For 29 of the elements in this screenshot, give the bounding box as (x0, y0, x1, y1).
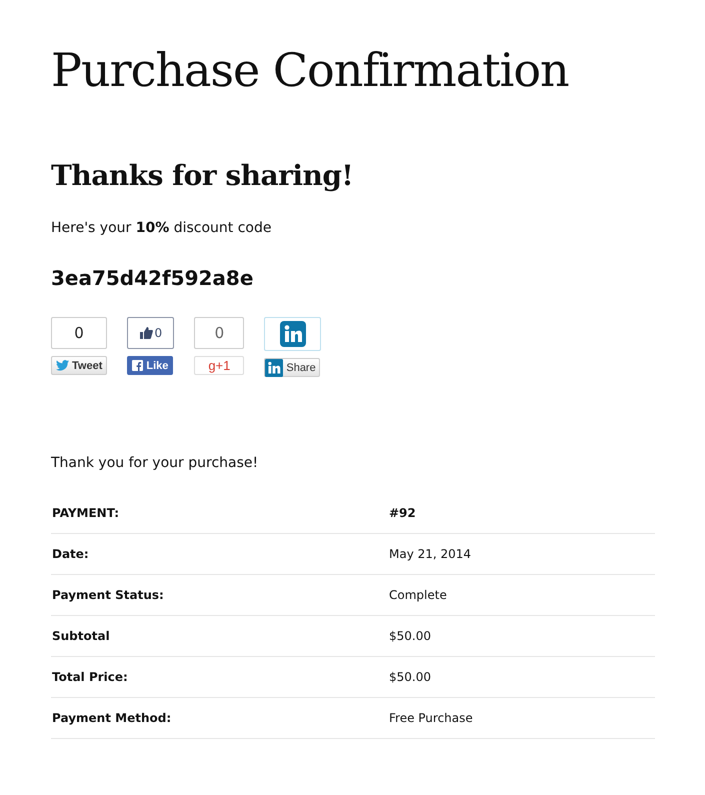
bird-icon (56, 360, 69, 371)
table-cell: May 21, 2014 (388, 534, 655, 574)
share-count: 0 (74, 324, 84, 342)
plus-one-button[interactable]: g+1 (194, 356, 244, 375)
tweet-button[interactable]: Tweet (51, 356, 108, 375)
table-cell: $50.00 (388, 656, 655, 698)
linkedin-icon (280, 321, 306, 347)
table-cell: $50.00 (388, 616, 655, 656)
thank-you-text: Thank you for your purchase! (51, 454, 260, 473)
page-title: Purchase Confirmation (51, 42, 570, 99)
table-cell: #92 (388, 493, 655, 534)
share-count: 0 (154, 326, 162, 340)
discount-code: 3ea75d42f592a8e (51, 265, 254, 292)
thumbs-up-icon (140, 327, 153, 339)
linkedin-icon (265, 358, 284, 376)
table-cell: Complete (388, 574, 655, 616)
table-cell: PAYMENT: (51, 493, 388, 534)
table-cell: Subtotal (51, 616, 388, 656)
table-cell: Total Price: (51, 656, 388, 698)
share-count: 0 (214, 324, 224, 342)
table-cell: Date: (51, 534, 388, 574)
facebook-icon (132, 360, 144, 371)
share-button[interactable]: Share (264, 358, 320, 377)
like-button[interactable]: Like (127, 356, 174, 375)
heading: Thanks for sharing! (51, 158, 354, 194)
table-cell: Free Purchase (388, 698, 655, 738)
table-cell: Payment Status: (51, 574, 388, 616)
table-cell: Payment Method: (51, 698, 388, 738)
discount-text: Here's your 10% discount code (51, 219, 272, 238)
